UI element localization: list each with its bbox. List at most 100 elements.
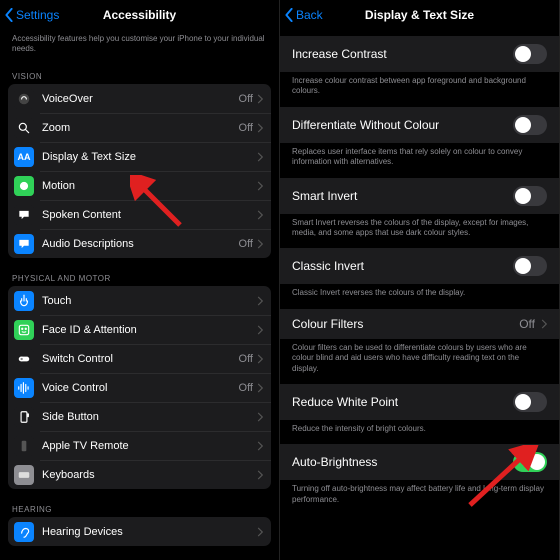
row-value: Off [239,122,253,134]
spoken-icon [14,205,34,225]
chevron-right-icon [257,354,263,364]
voice-icon [14,378,34,398]
back-label: Settings [16,8,59,22]
switch-icon [14,349,34,369]
chevron-right-icon [257,441,263,451]
row-label: Touch [42,295,257,307]
motion-icon [14,176,34,196]
row-spoken[interactable]: Spoken Content [8,200,271,229]
row-reduce-white-point[interactable]: Reduce White Point [280,384,559,420]
row-label: Reduce White Point [292,395,513,409]
back-button[interactable]: Settings [4,0,59,30]
settings-group: Reduce White Point [280,384,559,420]
row-description: Colour filters can be used to differenti… [280,339,559,384]
chevron-right-icon [257,181,263,191]
row-motion[interactable]: Motion [8,171,271,200]
row-hearing[interactable]: Hearing Devices [8,517,271,546]
row-description: Replaces user interface items that rely … [280,143,559,178]
back-button[interactable]: Back [284,0,323,30]
row-appletv[interactable]: Apple TV Remote [8,431,271,460]
row-label: Classic Invert [292,259,513,273]
row-label: Spoken Content [42,209,257,221]
row-voice[interactable]: Voice ControlOff [8,373,271,402]
row-colour-filters[interactable]: Colour FiltersOff [280,309,559,339]
row-touch[interactable]: Touch [8,286,271,315]
row-label: Increase Contrast [292,47,513,61]
row-label: Audio Descriptions [42,238,239,250]
row-keyboards[interactable]: Keyboards [8,460,271,489]
row-display[interactable]: AA Display & Text Size [8,142,271,171]
row-label: Colour Filters [292,317,519,331]
display-icon: AA [14,147,34,167]
row-label: Side Button [42,411,257,423]
section-header: PHYSICAL AND MOTOR [0,264,279,286]
settings-group: Auto-Brightness [280,444,559,480]
page-subtitle: Accessibility features help you customis… [0,30,279,62]
toggle[interactable] [513,186,547,206]
chevron-left-icon [4,8,14,22]
toggle[interactable] [513,256,547,276]
row-value: Off [519,317,535,331]
row-description: Smart Invert reverses the colours of the… [280,214,559,249]
settings-group: Differentiate Without Colour [280,107,559,143]
appletv-icon [14,436,34,456]
row-auto-brightness[interactable]: Auto-Brightness [280,444,559,480]
toggle[interactable] [513,115,547,135]
chevron-right-icon [257,123,263,133]
row-classic-invert[interactable]: Classic Invert [280,248,559,284]
hearing-icon [14,522,34,542]
touch-icon [14,291,34,311]
display-text-size-panel: Back Display & Text Size Increase Contra… [280,0,560,560]
row-faceid[interactable]: Face ID & Attention [8,315,271,344]
row-side[interactable]: Side Button [8,402,271,431]
toggle[interactable] [513,44,547,64]
navbar: Settings Accessibility [0,0,279,30]
settings-group: Colour FiltersOff [280,309,559,339]
settings-group: Classic Invert [280,248,559,284]
settings-group: Smart Invert [280,178,559,214]
row-label: Zoom [42,122,239,134]
row-value: Off [239,353,253,365]
row-label: Switch Control [42,353,239,365]
row-label: VoiceOver [42,93,239,105]
page-title: Accessibility [103,8,176,22]
chevron-right-icon [257,296,263,306]
chevron-left-icon [284,8,294,22]
row-zoom[interactable]: ZoomOff [8,113,271,142]
chevron-right-icon [257,470,263,480]
settings-group: Hearing Devices [8,517,271,546]
row-description: Classic Invert reverses the colours of t… [280,284,559,308]
row-differentiate-without-colour[interactable]: Differentiate Without Colour [280,107,559,143]
chevron-right-icon [257,412,263,422]
chevron-right-icon [541,319,547,329]
row-value: Off [239,382,253,394]
chevron-right-icon [257,383,263,393]
navbar: Back Display & Text Size [280,0,559,30]
chevron-right-icon [257,210,263,220]
zoom-icon [14,118,34,138]
row-label: Face ID & Attention [42,324,257,336]
settings-group: TouchFace ID & AttentionSwitch ControlOf… [8,286,271,489]
row-label: Motion [42,180,257,192]
chevron-right-icon [257,527,263,537]
row-smart-invert[interactable]: Smart Invert [280,178,559,214]
voiceover-icon [14,89,34,109]
row-description: Increase colour contrast between app for… [280,72,559,107]
row-increase-contrast[interactable]: Increase Contrast [280,36,559,72]
accessibility-panel: Settings Accessibility Accessibility fea… [0,0,280,560]
toggle[interactable] [513,392,547,412]
row-switch[interactable]: Switch ControlOff [8,344,271,373]
side-icon [14,407,34,427]
row-label: Auto-Brightness [292,455,513,469]
row-audio-desc[interactable]: Audio DescriptionsOff [8,229,271,258]
scroll-area[interactable]: Increase Contrast Increase colour contras… [280,30,559,560]
row-label: Display & Text Size [42,151,257,163]
audio-desc-icon [14,234,34,254]
scroll-area[interactable]: Accessibility features help you customis… [0,30,279,560]
keyboards-icon [14,465,34,485]
row-label: Smart Invert [292,189,513,203]
chevron-right-icon [257,152,263,162]
toggle[interactable] [513,452,547,472]
row-label: Keyboards [42,469,257,481]
row-voiceover[interactable]: VoiceOverOff [8,84,271,113]
